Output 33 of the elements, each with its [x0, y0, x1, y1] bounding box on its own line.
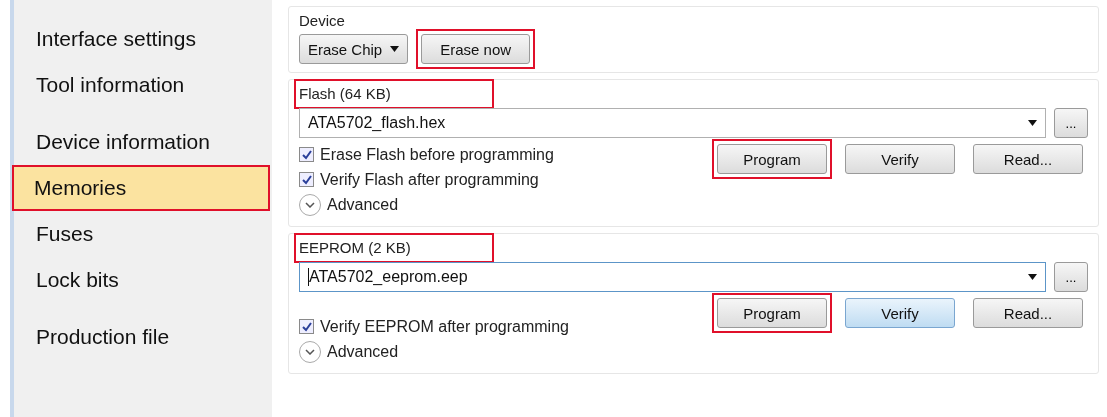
advanced-toggle[interactable]: Advanced: [299, 339, 709, 365]
checkbox[interactable]: [299, 172, 314, 187]
sidebar-item[interactable]: Production file: [14, 314, 270, 360]
group-title: Device: [299, 11, 346, 31]
file-field[interactable]: ATA5702_eeprom.eep: [299, 262, 1046, 292]
browse-button[interactable]: ...: [1054, 108, 1088, 138]
sidebar-item[interactable]: Interface settings: [14, 16, 270, 62]
caret-icon: [390, 46, 400, 52]
checkbox[interactable]: [299, 147, 314, 162]
erase-button[interactable]: Erase now: [421, 34, 531, 64]
sidebar-item[interactable]: Fuses: [14, 211, 270, 257]
group-title: EEPROM (2 KB): [299, 238, 412, 258]
group-title: Flash (64 KB): [299, 84, 392, 104]
sidebar-item[interactable]: Lock bits: [14, 257, 270, 303]
erase-dropdown[interactable]: Erase Chip: [299, 34, 409, 64]
action-button[interactable]: Read...: [973, 298, 1083, 328]
checkbox-option[interactable]: Erase Flash before programming: [299, 142, 709, 167]
sidebar-item[interactable]: Device information: [14, 119, 270, 165]
checkbox-option[interactable]: Verify EEPROM after programming: [299, 314, 709, 339]
action-button[interactable]: Verify: [845, 298, 955, 328]
browse-button[interactable]: ...: [1054, 262, 1088, 292]
action-button[interactable]: Program: [717, 298, 827, 328]
action-button[interactable]: Program: [717, 144, 827, 174]
caret-icon: [1028, 274, 1037, 280]
action-button[interactable]: Read...: [973, 144, 1083, 174]
file-field[interactable]: ATA5702_flash.hex: [299, 108, 1046, 138]
action-button[interactable]: Verify: [845, 144, 955, 174]
sidebar-item[interactable]: Memories: [12, 165, 270, 211]
advanced-toggle[interactable]: Advanced: [299, 192, 709, 218]
checkbox-option[interactable]: Verify Flash after programming: [299, 167, 709, 192]
sidebar-item[interactable]: Tool information: [14, 62, 270, 108]
checkbox[interactable]: [299, 319, 314, 334]
caret-icon: [1028, 120, 1037, 126]
